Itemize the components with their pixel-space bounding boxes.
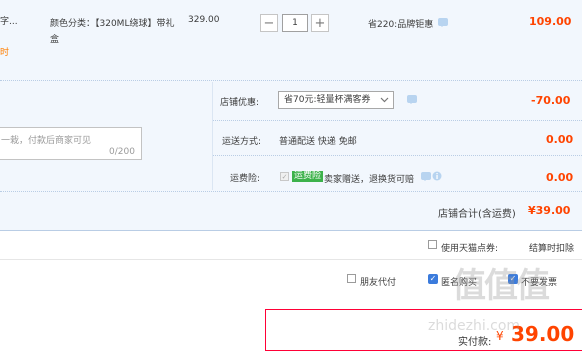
speech-bubble-icon[interactable] [438,18,448,27]
shipping-method: 普通配送 快递 免邮 [279,137,357,147]
shipping-label: 运送方式: [222,137,262,147]
buyer-message-placeholder: 一栽，付款后商家可见 [1,136,92,146]
quantity-input[interactable]: 1 [282,14,308,32]
panel-divider [212,82,213,190]
anonymous-checkbox[interactable]: ✓ [428,274,438,284]
coupon-select-value: 省70元:轻量杯满客券 [284,95,371,105]
payment-amount: 39.00 [511,322,575,346]
speech-bubble-icon[interactable] [421,172,431,181]
quantity-decrease-button[interactable]: − [260,14,278,32]
friend-pay-label: 朋友代付 [360,278,397,288]
row-divider [213,155,582,156]
insurance-checkbox: ✓ [280,172,289,181]
item-sku-suffix: 盒 [50,35,60,45]
tmall-points-note: 结算时扣除 [529,244,575,254]
quantity-increase-button[interactable]: + [311,14,329,32]
coupon-amount: -70.00 [531,94,571,107]
shipping-amount: 0.00 [546,133,574,146]
item-subtotal: 109.00 [529,15,572,28]
item-delivery-note: 时 [0,48,10,58]
payment-label: 实付款: [458,337,492,348]
insurance-description: 卖家赠送，退换货可赔 [324,175,415,185]
unit-price: 329.00 [188,15,220,25]
item-title[interactable]: 字... [0,14,18,27]
message-char-counter: 0/200 [109,147,135,157]
info-icon[interactable] [432,171,442,181]
coupon-label: 店铺优惠: [220,98,260,108]
shop-total-amount: ¥39.00 [528,204,571,217]
tmall-points-checkbox[interactable] [428,240,437,249]
order-item-row [0,0,582,81]
insurance-badge: 运费险 [292,171,324,182]
item-discount: 省220:品牌钜惠 [368,20,434,30]
watermark-url: zhidezhi.com [428,318,521,334]
speech-bubble-icon[interactable] [407,95,417,104]
friend-pay-checkbox[interactable] [347,274,356,283]
tmall-points-label: 使用天猫点券: [441,244,499,254]
chevron-down-icon [380,97,389,103]
watermark-logo: 值值值 [452,266,550,306]
buyer-message-input[interactable]: 一栽，付款后商家可见 0/200 [0,127,142,160]
coupon-select[interactable]: 省70元:轻量杯满客券 [278,91,394,109]
insurance-label: 运费险: [230,174,261,184]
insurance-amount: 0.00 [546,171,574,184]
item-sku: 颜色分类：【320ML绕球】带礼 [50,19,175,29]
shop-total-label: 店铺合计(含运费) [438,209,516,220]
row-divider [213,120,582,121]
